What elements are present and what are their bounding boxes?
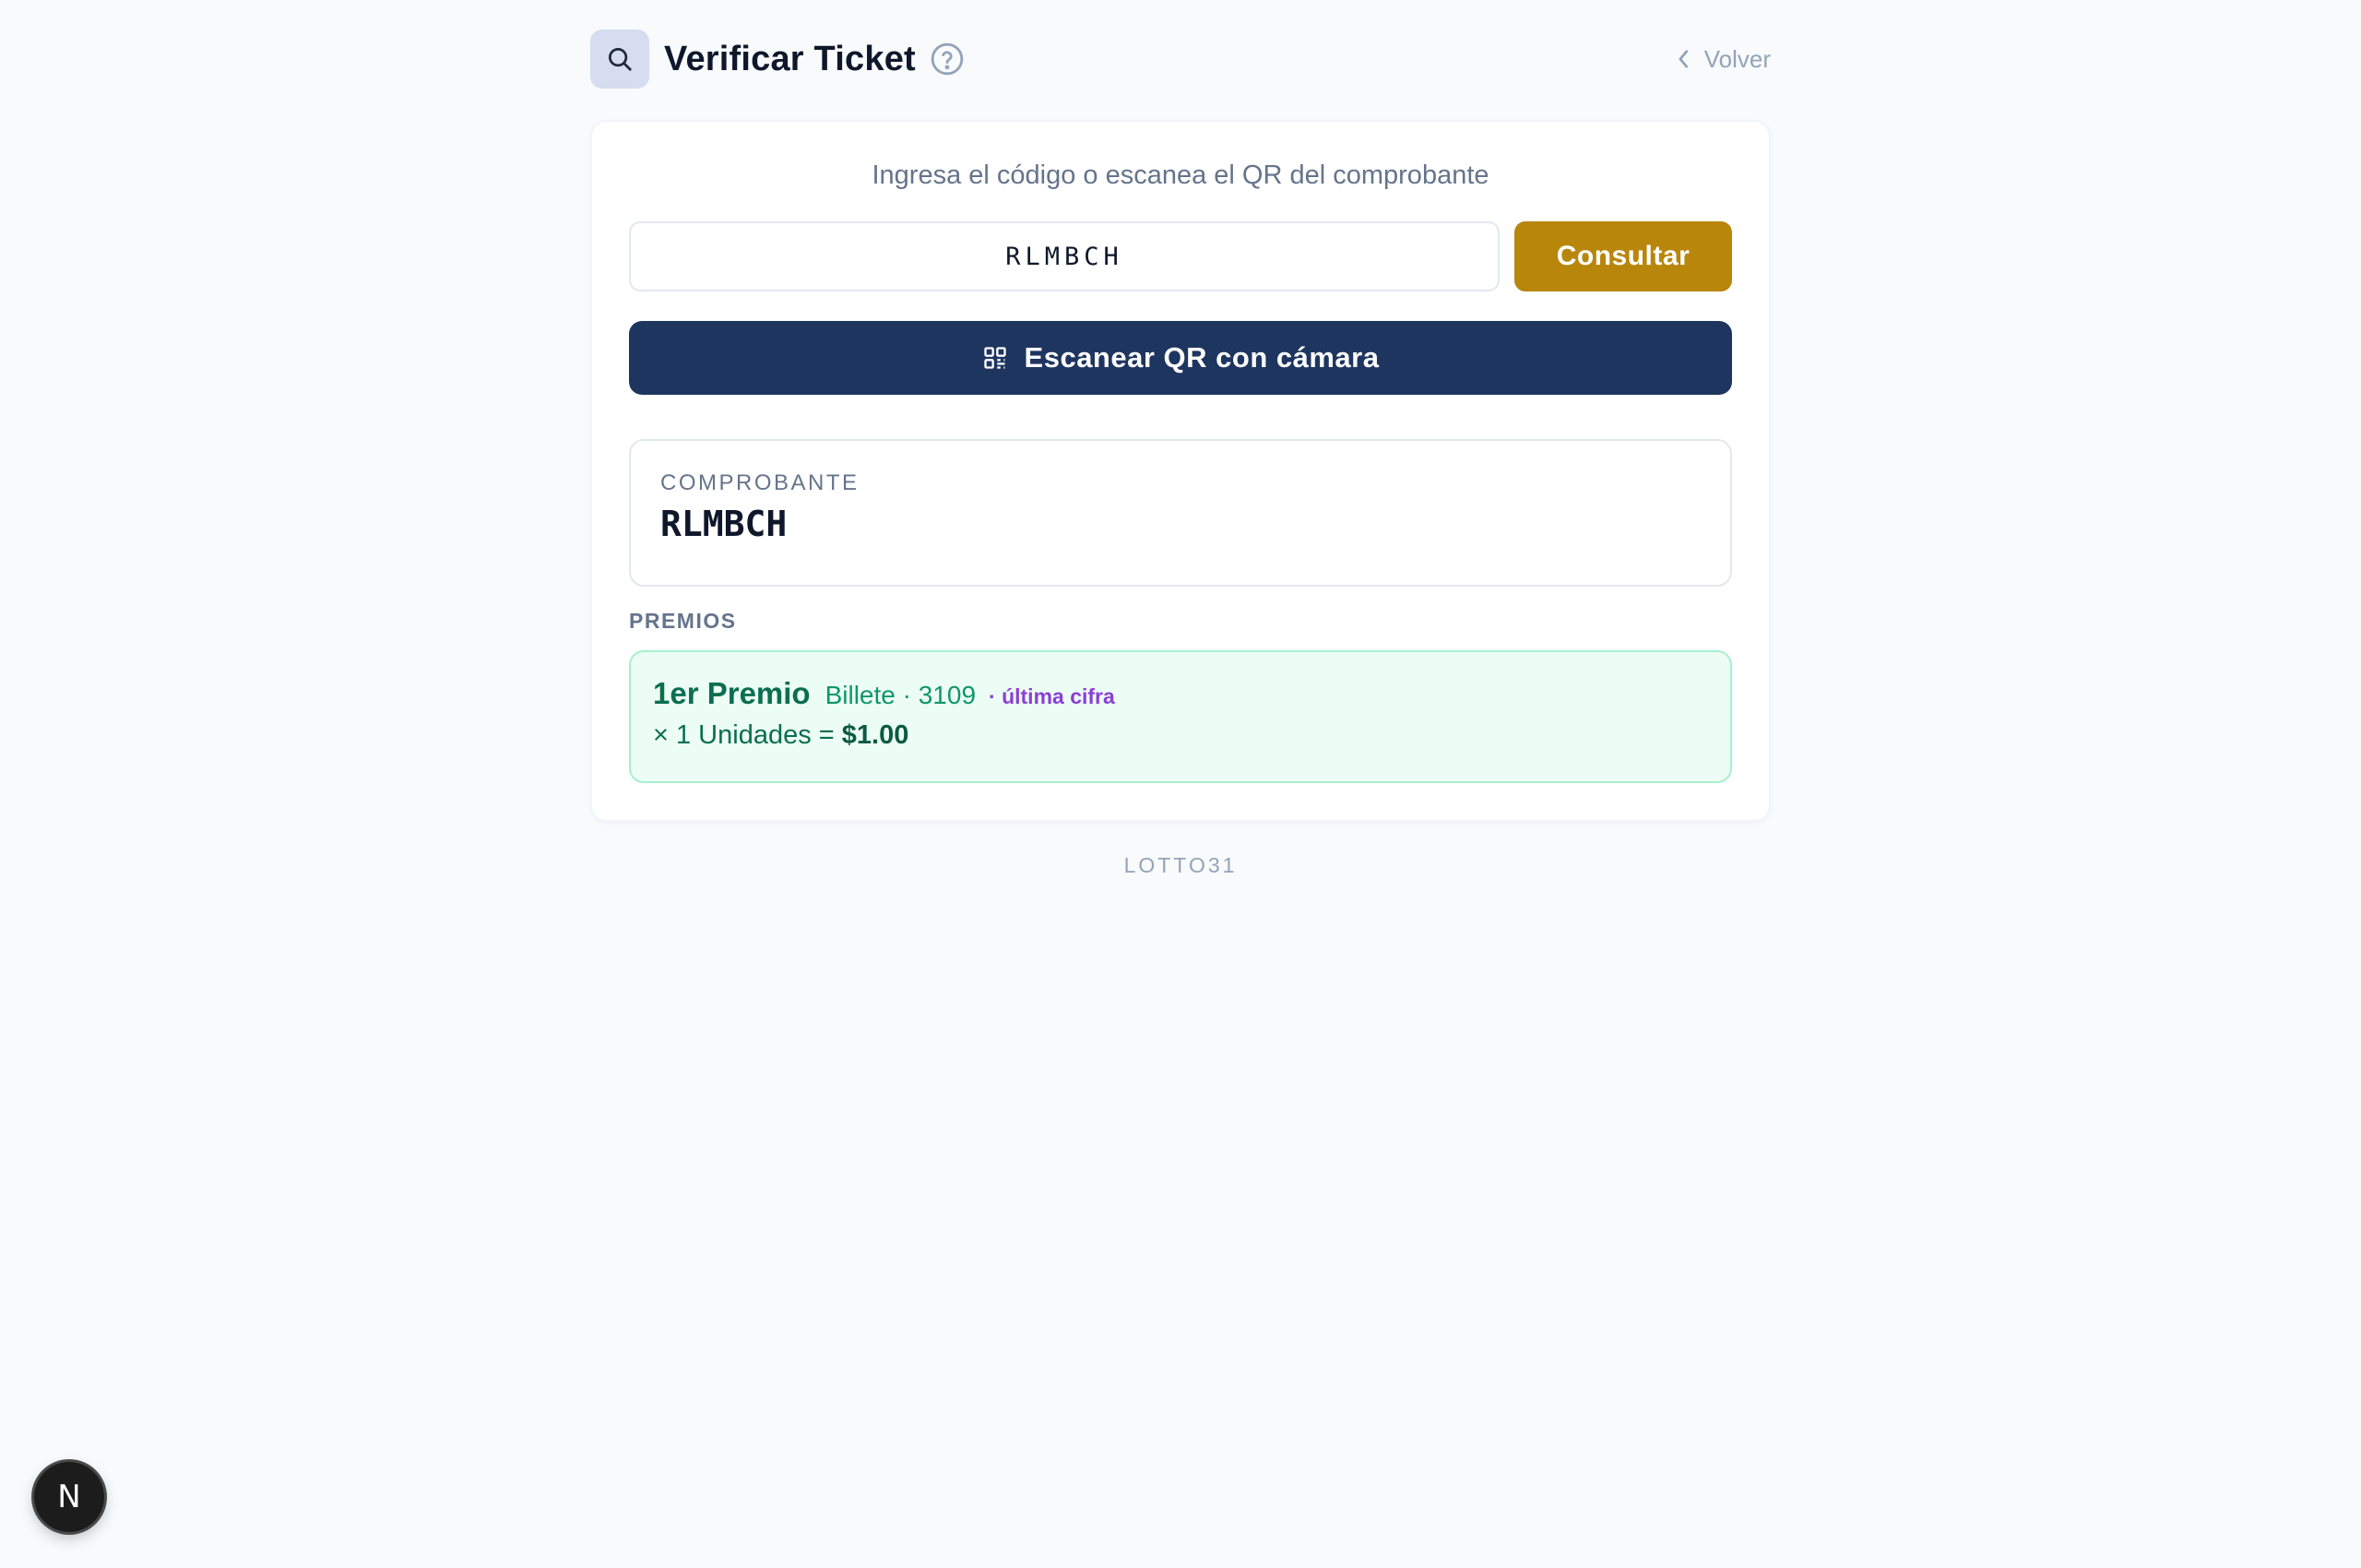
receipt-label: COMPROBANTE <box>660 470 860 495</box>
chevron-left-icon <box>1677 49 1691 69</box>
prize-title: 1er Premio <box>653 676 811 710</box>
instructions-text: Ingresa el código o escanea el QR del co… <box>872 160 1489 190</box>
prize-note: · última cifra <box>989 684 1115 708</box>
footer-brand: LOTTO31 <box>1123 853 1238 877</box>
qr-code-icon <box>982 345 1008 371</box>
prizes-label: PREMIOS <box>629 609 737 633</box>
prize-item: 1er Premio Billete · 3109 · última cifra… <box>629 650 1732 783</box>
page-header: Verificar Ticket Volver <box>590 30 1771 89</box>
page-container: Verificar Ticket Volver Ingresa el códig… <box>590 30 1771 878</box>
help-button[interactable] <box>929 41 966 77</box>
consult-button[interactable]: Consultar <box>1514 221 1732 291</box>
search-icon <box>590 30 649 89</box>
prize-ticket-number: Billete · 3109 <box>825 681 977 709</box>
prize-amount-line: × 1 Unidades = $1.00 <box>653 720 1708 751</box>
dev-badge-letter: N <box>57 1479 81 1515</box>
prize-units: × 1 Unidades = <box>653 720 842 750</box>
receipt-code: RLMBCH <box>660 504 788 544</box>
ticket-code-input[interactable] <box>629 221 1500 291</box>
scan-qr-label: Escanear QR con cámara <box>1024 341 1380 374</box>
back-label: Volver <box>1703 44 1771 73</box>
verify-card: Ingresa el código o escanea el QR del co… <box>590 120 1771 822</box>
back-link[interactable]: Volver <box>1677 45 1771 74</box>
code-input-row: Consultar <box>629 221 1732 291</box>
page-title: Verificar Ticket <box>664 39 916 78</box>
dev-tools-badge[interactable]: N <box>34 1462 104 1532</box>
header-left: Verificar Ticket <box>590 30 966 89</box>
prize-header: 1er Premio Billete · 3109 · última cifra <box>653 676 1708 711</box>
scan-qr-button[interactable]: Escanear QR con cámara <box>629 321 1732 395</box>
receipt-box: COMPROBANTE RLMBCH <box>629 439 1732 587</box>
question-circle-icon <box>931 42 964 76</box>
prize-amount: $1.00 <box>841 720 909 750</box>
